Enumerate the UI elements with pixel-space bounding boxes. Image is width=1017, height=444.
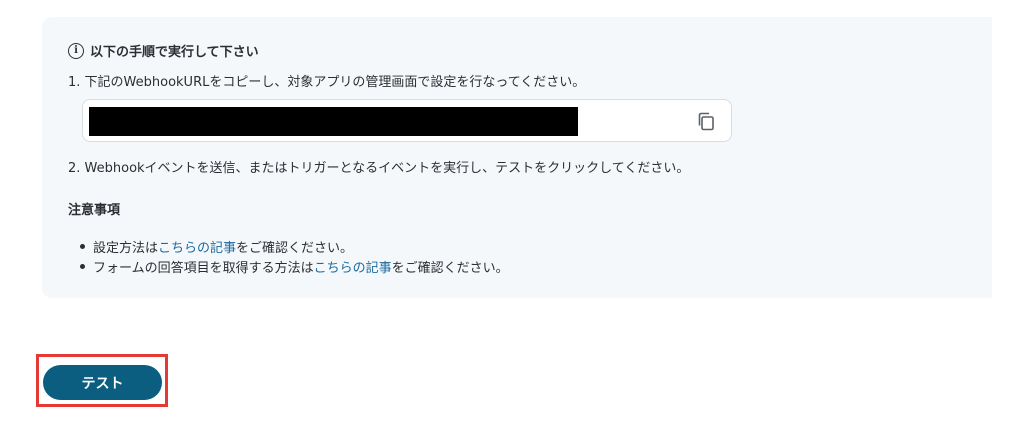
notes-title: 注意事項: [68, 203, 121, 218]
step-1-text: 1. 下記のWebhookURLをコピーし、対象アプリの管理画面で設定を行なって…: [68, 75, 586, 90]
instructions-panel: i 以下の手順で実行して下さい 1. 下記のWebhookURLをコピーし、対象…: [42, 17, 992, 298]
article-link[interactable]: こちらの記事: [314, 257, 392, 276]
list-item: 設定方法は こちらの記事 をご確認ください。: [68, 236, 509, 256]
info-icon: i: [68, 42, 84, 59]
notes-list: 設定方法は こちらの記事 をご確認ください。 フォームの回答項目を取得する方法は こち…: [68, 236, 509, 276]
webhook-url-redacted: [89, 107, 578, 136]
bullet-icon: [80, 243, 85, 249]
webhook-url-field[interactable]: [82, 99, 732, 142]
list-item: フォームの回答項目を取得する方法は こちらの記事 をご確認ください。: [68, 256, 509, 276]
instructions-heading-text: 以下の手順で実行して下さい: [90, 45, 259, 60]
copy-icon[interactable]: [697, 112, 715, 131]
step-2-text: 2. Webhookイベントを送信、またはトリガーとなるイベントを実行し、テスト…: [68, 161, 690, 176]
test-button[interactable]: テスト: [43, 365, 162, 400]
note-suffix: をご確認ください。: [391, 260, 509, 276]
article-link[interactable]: こちらの記事: [158, 237, 236, 256]
note-prefix: 設定方法は: [93, 240, 159, 256]
instructions-heading: i 以下の手順で実行して下さい: [68, 41, 259, 60]
note-suffix: をご確認ください。: [236, 240, 354, 256]
note-prefix: フォームの回答項目を取得する方法は: [93, 260, 314, 276]
test-button-highlight: テスト: [36, 354, 168, 407]
bullet-icon: [80, 263, 85, 269]
